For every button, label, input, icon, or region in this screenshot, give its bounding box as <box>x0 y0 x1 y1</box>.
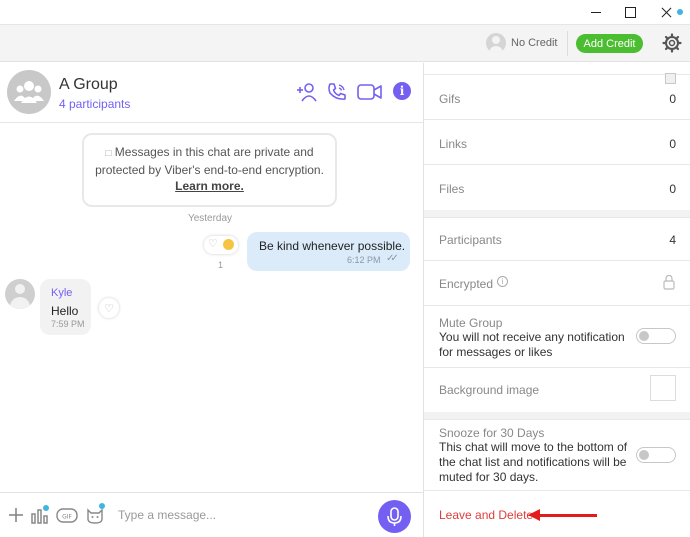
gif-icon[interactable]: GIF <box>56 505 78 525</box>
section-divider <box>424 412 690 420</box>
learn-more-link[interactable]: Learn more. <box>175 179 244 193</box>
mute-group-row[interactable]: Mute Group You will not receive any noti… <box>424 306 690 368</box>
maximize-button[interactable] <box>612 0 648 24</box>
info-icon[interactable]: i <box>497 276 508 287</box>
gifs-row[interactable]: Gifs 0 <box>424 75 690 120</box>
group-avatar[interactable] <box>7 70 51 114</box>
outgoing-message[interactable]: Be kind whenever possible. 6:12 PM ✓✓ <box>247 232 410 271</box>
message-list: □ Messages in this chat are private and … <box>0 124 424 492</box>
leave-and-delete-button[interactable]: Leave and Delete <box>439 508 533 522</box>
lock-icon <box>663 274 675 290</box>
mute-group-title: Mute Group <box>439 316 503 330</box>
encrypted-row: Encrypted i <box>424 261 690 306</box>
plus-icon[interactable] <box>6 505 26 525</box>
mute-group-toggle[interactable] <box>636 328 676 344</box>
divider <box>567 31 568 56</box>
notification-dot <box>99 503 105 509</box>
delivered-check-icon: ✓✓ <box>386 253 399 264</box>
message-composer: GIF <box>0 492 424 537</box>
message-text: Be kind whenever possible. <box>259 239 406 253</box>
lock-icon: □ <box>105 148 112 159</box>
top-bar: No Credit Add Credit <box>0 9 690 62</box>
snooze-toggle[interactable] <box>636 447 676 463</box>
background-image-label: Background image <box>439 383 540 397</box>
media-row-partial <box>424 63 690 75</box>
svg-text:GIF: GIF <box>62 514 72 521</box>
sender-avatar[interactable] <box>5 279 35 309</box>
links-label: Links <box>439 137 468 151</box>
gifs-count: 0 <box>669 92 676 106</box>
chat-header: A Group 4 participants i <box>0 63 424 123</box>
reaction-count: 1 <box>218 260 224 270</box>
gear-icon[interactable] <box>662 33 682 53</box>
add-participant-icon[interactable] <box>296 81 318 103</box>
account-avatar[interactable] <box>486 33 506 53</box>
like-heart-icon[interactable]: ♡ <box>99 298 119 318</box>
chat-title[interactable]: A Group <box>59 76 118 94</box>
message-input[interactable] <box>118 504 358 526</box>
message-time: 6:12 PM <box>347 255 381 265</box>
sender-name[interactable]: Kyle <box>51 287 72 299</box>
call-icon[interactable] <box>326 81 348 103</box>
day-separator: Yesterday <box>187 213 233 224</box>
files-row[interactable]: Files 0 <box>424 165 690 210</box>
encryption-notice: □ Messages in this chat are private and … <box>82 133 337 207</box>
participants-label: Participants <box>439 233 502 247</box>
participants-value: 4 <box>669 233 676 247</box>
credit-status: No Credit <box>511 37 558 49</box>
encryption-notice-text: Messages in this chat are private and pr… <box>95 145 324 177</box>
background-image-row[interactable]: Background image <box>424 368 690 412</box>
files-count: 0 <box>669 182 676 196</box>
notification-dot <box>43 505 49 511</box>
links-row[interactable]: Links 0 <box>424 120 690 165</box>
participants-row[interactable]: Participants 4 <box>424 219 690 261</box>
chat-info-panel: Gifs 0 Links 0 Files 0 Participants 4 En… <box>424 63 690 537</box>
window-titlebar <box>0 0 690 24</box>
gifs-label: Gifs <box>439 92 461 106</box>
snooze-description: This chat will move to the bottom of the… <box>439 440 628 484</box>
snooze-row[interactable]: Snooze for 30 Days This chat will move t… <box>424 421 690 491</box>
message-text: Hello <box>51 304 79 318</box>
microphone-icon <box>387 507 402 526</box>
background-preview[interactable] <box>650 375 676 401</box>
annotation-arrow <box>535 514 597 517</box>
emoji-reaction-icon <box>223 239 234 250</box>
heart-icon[interactable]: ♡ <box>208 237 218 250</box>
annotation-arrowhead <box>528 509 540 521</box>
info-icon[interactable]: i <box>393 82 411 100</box>
encrypted-label: Encrypted <box>439 277 494 291</box>
incoming-message[interactable]: Kyle Hello 7:59 PM <box>40 279 91 335</box>
snooze-title: Snooze for 30 Days <box>439 426 545 440</box>
reaction-pill[interactable]: ♡ <box>204 236 238 254</box>
notification-dot <box>677 9 683 15</box>
participants-count[interactable]: 4 participants <box>59 97 130 111</box>
microphone-button[interactable] <box>378 500 411 533</box>
section-divider <box>424 210 690 218</box>
message-time: 7:59 PM <box>51 319 85 329</box>
add-credit-button[interactable]: Add Credit <box>576 34 643 53</box>
minimize-button[interactable] <box>578 0 614 24</box>
video-call-icon[interactable] <box>357 81 383 103</box>
links-count: 0 <box>669 137 676 151</box>
mute-group-description: You will not receive any notification fo… <box>439 330 625 359</box>
files-label: Files <box>439 182 465 196</box>
